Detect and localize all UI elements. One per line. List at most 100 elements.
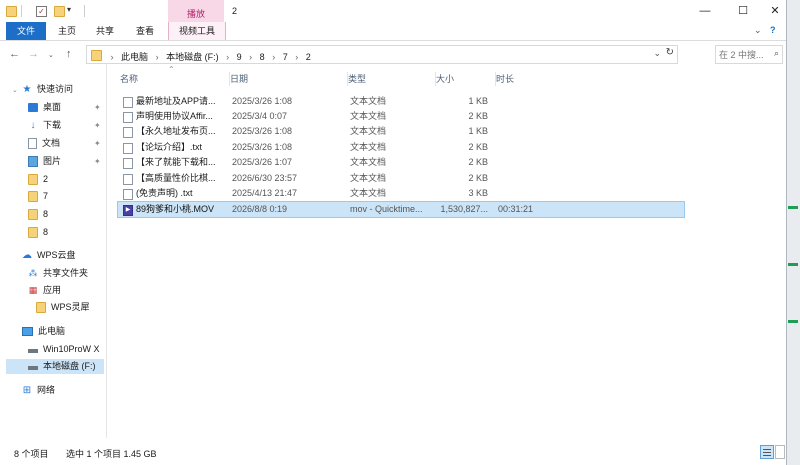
nav-apps[interactable]: ▦ 应用 xyxy=(28,283,104,298)
nav-drive-f[interactable]: 本地磁盘 (F:) xyxy=(6,359,104,374)
context-group-header: 播放 xyxy=(168,0,224,22)
nav-desktop[interactable]: 桌面 ✦ xyxy=(28,100,104,115)
collapse-chevron-icon[interactable]: ⌄ xyxy=(12,86,18,94)
breadcrumb-drive-f[interactable]: 本地磁盘 (F:) xyxy=(166,52,219,62)
column-label: 名称 xyxy=(120,74,139,84)
file-row[interactable]: 最新地址及APP请... 2025/3/26 1:08 文本文档 1 KB xyxy=(118,94,684,109)
file-size: 1,530,827... xyxy=(440,204,488,214)
file-row[interactable]: 【论坛介绍】.txt 2025/3/26 1:08 文本文档 2 KB xyxy=(118,140,684,155)
file-name: 【来了就能下载和... xyxy=(136,157,216,167)
file-type: 文本文档 xyxy=(350,111,387,121)
breadcrumb-chevron-icon[interactable]: › xyxy=(272,52,275,62)
file-name: 最新地址及APP请... xyxy=(136,96,216,106)
search-box[interactable]: ⌕ xyxy=(715,45,783,64)
nav-network[interactable]: ⊞ 网络 xyxy=(22,383,104,398)
file-row[interactable]: (免责声明) .txt 2025/4/13 21:47 文本文档 3 KB xyxy=(118,186,684,201)
nav-folder-8b[interactable]: 8 xyxy=(28,225,104,240)
nav-wps-cloud[interactable]: ☁ WPS云盘 xyxy=(22,248,104,263)
nav-drive-c[interactable]: Win10ProW X xyxy=(28,342,104,357)
file-date: 2025/3/26 1:08 xyxy=(232,126,293,136)
column-header-name[interactable]: 名称 xyxy=(120,64,224,88)
nav-folder-8[interactable]: 8 xyxy=(28,207,104,222)
tab-view[interactable]: 查看 xyxy=(130,22,160,40)
divider xyxy=(21,5,22,17)
details-view-icon[interactable] xyxy=(760,445,774,459)
file-size: 1 KB xyxy=(468,96,488,106)
breadcrumb-folder-7[interactable]: 7 xyxy=(283,52,288,62)
tab-share[interactable]: 共享 xyxy=(90,22,120,40)
breadcrumb-chevron-icon[interactable]: › xyxy=(226,52,229,62)
search-icon[interactable]: ⌕ xyxy=(774,48,779,59)
properties-icon[interactable]: ✓ xyxy=(36,6,47,17)
context-group-label: 播放 xyxy=(186,9,205,19)
breadcrumb-chevron-icon[interactable]: › xyxy=(156,52,159,62)
nav-downloads[interactable]: ↓ 下载 ✦ xyxy=(28,118,104,133)
tab-file[interactable]: 文件 xyxy=(6,22,46,40)
file-type: 文本文档 xyxy=(350,188,387,198)
drive-icon xyxy=(28,365,38,370)
refresh-icon[interactable]: ↻ xyxy=(666,47,674,58)
large-icons-view-icon[interactable] xyxy=(775,445,785,459)
file-row[interactable]: 【来了就能下载和... 2025/3/26 1:07 文本文档 2 KB xyxy=(118,155,684,170)
minimize-button[interactable]: — xyxy=(690,0,720,22)
forward-arrow-icon[interactable]: → xyxy=(28,47,39,61)
nav-shared-folder[interactable]: ⁂ 共享文件夹 xyxy=(28,266,104,281)
text-file-icon xyxy=(123,143,133,154)
pin-icon[interactable]: ✦ xyxy=(94,136,101,151)
breadcrumb-this-pc[interactable]: 此电脑 xyxy=(121,52,148,62)
file-row[interactable]: 【永久地址发布页... 2025/3/26 1:08 文本文档 1 KB xyxy=(118,124,684,139)
divider xyxy=(84,5,85,17)
nav-quick-access[interactable]: ★ 快速访问 xyxy=(22,82,104,97)
file-row[interactable]: 声明使用协议Affir... 2025/3/4 0:07 文本文档 2 KB xyxy=(118,109,684,124)
nav-label: 2 xyxy=(43,174,49,184)
breadcrumb-chevron-icon[interactable]: › xyxy=(111,52,114,62)
breadcrumb-chevron-icon[interactable]: › xyxy=(295,52,298,62)
pin-icon[interactable]: ✦ xyxy=(94,154,101,169)
nav-label: 本地磁盘 (F:) xyxy=(43,361,96,371)
customize-quick-access-icon[interactable]: ▾ xyxy=(67,5,76,14)
address-history-chevron-icon[interactable]: ⌄ xyxy=(653,48,661,59)
column-header-date[interactable]: 日期 xyxy=(229,64,342,88)
maximize-button[interactable]: ☐ xyxy=(728,0,758,22)
breadcrumb-folder-9[interactable]: 9 xyxy=(237,52,242,62)
back-arrow-icon[interactable]: ← xyxy=(9,47,20,61)
text-file-icon xyxy=(123,189,133,200)
nav-wps-lingxi[interactable]: WPS灵犀 xyxy=(36,300,104,315)
column-header-type[interactable]: 类型 xyxy=(347,64,432,88)
tab-video-tools[interactable]: 视频工具 xyxy=(168,22,226,40)
file-duration: 00:31:21 xyxy=(498,204,534,214)
network-icon: ⊞ xyxy=(22,385,32,397)
recent-locations-chevron-icon[interactable]: ⌄ xyxy=(48,49,54,63)
expand-ribbon-icon[interactable]: ⌄ xyxy=(754,25,762,36)
pin-icon[interactable]: ✦ xyxy=(94,100,101,115)
nav-documents[interactable]: 文档 ✦ xyxy=(28,136,104,151)
search-input[interactable] xyxy=(716,46,774,63)
breadcrumb-folder-8[interactable]: 8 xyxy=(260,52,265,62)
breadcrumb-folder-2[interactable]: 2 xyxy=(306,52,311,62)
file-name: 89狗爹和小桃.MOV xyxy=(136,204,215,214)
folder-icon xyxy=(36,302,46,314)
nav-pictures[interactable]: 图片 ✦ xyxy=(28,154,104,169)
navigation-pane: ⌄ ★ 快速访问 桌面 ✦ ↓ 下载 ✦ 文档 ✦ 图片 ✦ 2 7 8 8 ☁ WPS云盘 … xyxy=(0,64,107,438)
document-icon xyxy=(28,138,37,150)
text-file-icon xyxy=(123,97,133,108)
nav-folder-2[interactable]: 2 xyxy=(28,172,104,187)
file-row-selected[interactable]: ▶ 89狗爹和小桃.MOV 2026/8/8 0:19 mov - Quickt… xyxy=(117,201,685,218)
nav-label: 图片 xyxy=(43,156,62,166)
up-arrow-icon[interactable]: ↑ xyxy=(66,47,72,61)
column-header-duration[interactable]: 时长 xyxy=(495,64,576,88)
help-icon[interactable]: ? xyxy=(770,25,776,35)
text-file-icon xyxy=(123,174,133,185)
nav-folder-7[interactable]: 7 xyxy=(28,189,104,204)
pin-icon[interactable]: ✦ xyxy=(94,118,101,133)
close-button[interactable]: ✕ xyxy=(760,0,790,22)
column-label: 时长 xyxy=(496,74,515,84)
status-bar: 8 个项目 选中 1 个项目 1.45 GB xyxy=(0,440,786,465)
nav-this-pc[interactable]: 此电脑 xyxy=(22,324,104,339)
new-folder-icon[interactable] xyxy=(54,6,65,17)
tab-home[interactable]: 主页 xyxy=(52,22,82,40)
address-bar[interactable]: › 此电脑 › 本地磁盘 (F:) › 9 › 8 › 7 › 2 ⌄ ↻ xyxy=(86,45,678,64)
breadcrumb-chevron-icon[interactable]: › xyxy=(249,52,252,62)
file-row[interactable]: 【高质量性价比棋... 2026/6/30 23:57 文本文档 2 KB xyxy=(118,171,684,186)
column-header-size[interactable]: 大小 xyxy=(435,64,494,88)
